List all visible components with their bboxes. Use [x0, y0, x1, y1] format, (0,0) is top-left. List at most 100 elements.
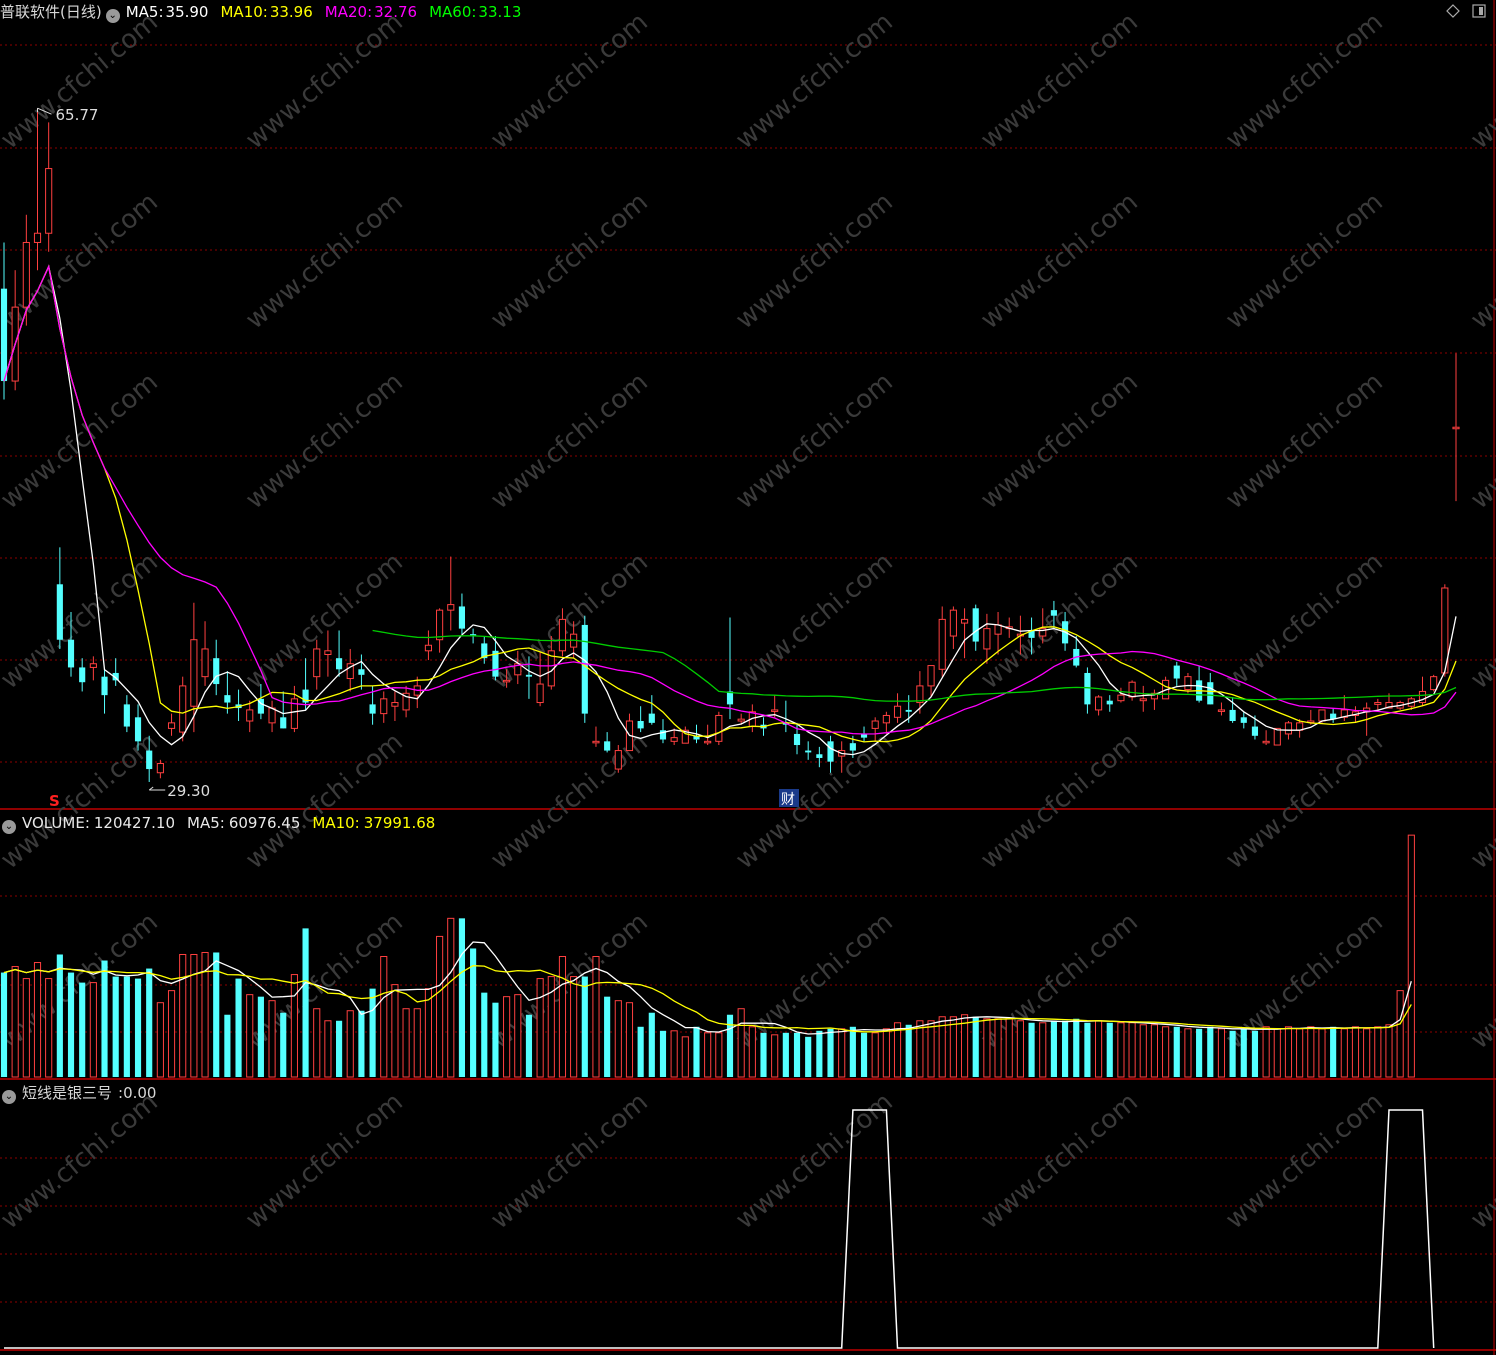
- volume-bar: [1016, 1020, 1024, 1078]
- volume-bar: [793, 1032, 801, 1077]
- candle: [11, 270, 19, 391]
- volume-bar: [805, 1036, 812, 1077]
- volume-bar: [1340, 1028, 1348, 1078]
- candle-body: [45, 168, 53, 234]
- volume-bar: [33, 962, 42, 1078]
- candle: [424, 630, 433, 661]
- ma60-label: MA60:: [429, 3, 477, 21]
- volume-bar: [268, 1000, 276, 1078]
- watermark-text: www.cfchi.com: [0, 367, 164, 515]
- volume-bar: [625, 1002, 634, 1078]
- volume-bar: [246, 994, 254, 1078]
- candle-body: [224, 695, 231, 703]
- volume-bar: [336, 1020, 343, 1077]
- candle: [1330, 708, 1337, 723]
- volume-bar: [1217, 1028, 1226, 1078]
- watermark-text: www.cfchi.com: [975, 727, 1144, 875]
- indicator-dropdown-icon[interactable]: ⌄: [105, 9, 120, 23]
- ma5-value: 35.90: [165, 3, 209, 21]
- candle-body: [1262, 740, 1270, 744]
- finance-marker: 财: [781, 792, 795, 808]
- volume-bar: [257, 996, 264, 1077]
- volume-bar: [413, 1008, 421, 1078]
- volume-bar: [1196, 1028, 1203, 1077]
- candle-body: [1106, 700, 1113, 705]
- volume-bar: [470, 948, 477, 1077]
- candle: [358, 654, 365, 690]
- volume-value: 120427.10: [93, 814, 175, 832]
- candle-body: [771, 709, 779, 712]
- candle: [726, 617, 734, 720]
- volume-bar: [525, 1014, 533, 1077]
- candle-body: [994, 624, 1002, 635]
- candle-body: [927, 665, 935, 687]
- volume-bar: [324, 1020, 332, 1078]
- watermark-text: www.cfchi.com: [240, 7, 409, 155]
- candle-body: [1050, 610, 1057, 616]
- candle-body: [949, 609, 957, 637]
- candle: [45, 122, 53, 252]
- volume-dropdown-icon[interactable]: ⌄: [2, 820, 16, 834]
- volume-bar: [134, 978, 142, 1077]
- volume-bar: [604, 996, 611, 1077]
- candle: [1240, 711, 1247, 729]
- volume-bar: [112, 976, 119, 1077]
- volume-ma10-indicator: MA10: 37991.68: [312, 814, 441, 832]
- volume-bar: [1062, 1020, 1069, 1077]
- volume-bar: [1273, 1028, 1281, 1078]
- candle: [938, 606, 946, 677]
- watermark-text: www.cfchi.com: [1220, 7, 1389, 155]
- volume-bar: [1106, 1022, 1113, 1077]
- low-arrow: [148, 786, 166, 791]
- signal-dropdown-icon[interactable]: ⌄: [2, 1090, 16, 1104]
- candle: [994, 612, 1002, 655]
- volume-bar: [45, 978, 53, 1078]
- volume-ma5-label: MA5:: [187, 814, 225, 832]
- watermark-text: www.cfchi.com: [730, 547, 899, 695]
- volume-bar: [592, 956, 600, 1078]
- candle-body: [871, 720, 879, 729]
- low-price-label: 29.30: [167, 782, 210, 800]
- candle: [972, 604, 979, 651]
- watermark-text: www.cfchi.com: [1220, 367, 1389, 515]
- watermark-text: www.cfchi.com: [240, 367, 409, 515]
- volume-ma5-indicator: MA5: 60976.45: [187, 814, 306, 832]
- candle-body: [1240, 717, 1247, 723]
- candle: [1106, 695, 1113, 712]
- volume-indicator: VOLUME: 120427.10: [22, 814, 181, 832]
- stock-title[interactable]: 普联软件(日线): [0, 3, 102, 21]
- candle-body: [268, 707, 276, 724]
- volume-bar: [827, 1028, 834, 1077]
- candle-body: [827, 741, 834, 762]
- volume-bar: [849, 1026, 856, 1077]
- diamond-icon[interactable]: [1446, 4, 1460, 18]
- candle-body: [0, 288, 8, 382]
- watermark-text: www.cfchi.com: [1465, 727, 1496, 875]
- candle: [458, 593, 466, 635]
- candle-body: [358, 669, 365, 675]
- candle-body: [737, 718, 745, 722]
- volume-bar: [190, 953, 198, 1078]
- ma60-value: 33.13: [478, 3, 522, 21]
- watermark-text: www.cfchi.com: [730, 7, 899, 155]
- volume-bar: [637, 1026, 644, 1077]
- ma20-value: 32.76: [374, 3, 418, 21]
- volume-bar: [748, 1026, 756, 1078]
- volume-bar: [715, 1032, 723, 1078]
- candle: [592, 726, 600, 747]
- candle-body: [1430, 676, 1438, 691]
- watermark-text: www.cfchi.com: [730, 727, 899, 875]
- volume-bar: [570, 976, 578, 1078]
- candle: [637, 706, 644, 733]
- volume-bar: [1374, 1026, 1382, 1078]
- volume-bar: [782, 1032, 789, 1077]
- watermark-text: www.cfchi.com: [1465, 7, 1496, 155]
- chart-canvas[interactable]: www.cfchi.com www.cfchi.com www.cfchi.com w…: [0, 0, 1496, 1355]
- candle-body: [637, 721, 644, 729]
- volume-bar: [1284, 1026, 1293, 1078]
- volume-bar: [0, 972, 8, 1077]
- watermark-text: www.cfchi.com: [1465, 907, 1496, 1055]
- restore-window-icon[interactable]: [1472, 4, 1486, 18]
- volume-bar: [492, 1002, 499, 1077]
- volume-bar: [1330, 1026, 1337, 1077]
